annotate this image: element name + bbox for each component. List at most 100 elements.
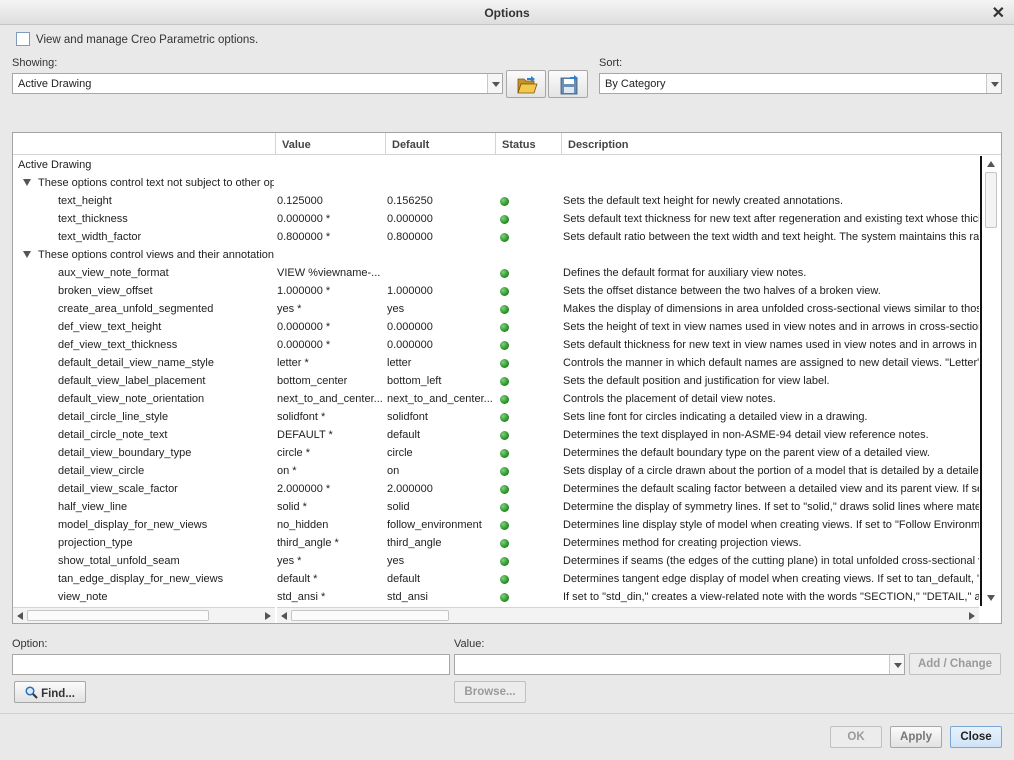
chevron-down-icon (889, 655, 904, 674)
view-options-checkbox[interactable] (16, 32, 30, 46)
status-dot-icon (500, 215, 509, 224)
table-row[interactable]: default_view_note_orientation next_to_and… (13, 390, 979, 408)
table-row[interactable]: default_detail_view_name_style letter * le… (13, 354, 979, 372)
table-row[interactable]: create_area_unfold_segmented yes * yes Make… (13, 300, 979, 318)
option-name: text_thickness (58, 213, 128, 225)
option-description: Defines the default format for auxiliary… (563, 267, 807, 279)
scroll-left-icon[interactable] (17, 612, 23, 620)
option-name: text_height (58, 195, 112, 207)
option-value: yes * (277, 555, 302, 567)
status-dot-icon (500, 341, 509, 350)
scroll-thumb[interactable] (985, 172, 997, 228)
apply-button[interactable]: Apply (890, 726, 942, 748)
view-options-label: View and manage Creo Parametric options. (36, 34, 259, 46)
value-label: Value: (454, 638, 485, 650)
table-row[interactable]: broken_view_offset 1.000000 * 1.000000 Sets… (13, 282, 979, 300)
table-row[interactable]: show_total_unfold_seam yes * yes Determines… (13, 552, 979, 570)
column-header-default[interactable]: Default (385, 133, 495, 155)
option-value: yes * (277, 303, 302, 315)
status-dot-icon (500, 431, 509, 440)
status-dot-icon (500, 557, 509, 566)
table-header: Value Default Status Description (13, 133, 1001, 155)
table-row[interactable]: projection_type third_angle * third_angle D… (13, 534, 979, 552)
scroll-thumb[interactable] (27, 610, 209, 621)
table-row[interactable]: detail_view_boundary_type circle * circle D… (13, 444, 979, 462)
sort-dropdown[interactable]: By Category (599, 73, 1002, 94)
table-row[interactable]: def_view_text_thickness 0.000000 * 0.00000… (13, 336, 979, 354)
table-row[interactable]: model_display_for_new_views no_hidden foll… (13, 516, 979, 534)
option-value: default * (277, 573, 318, 585)
option-value: solid * (277, 501, 307, 513)
close-icon[interactable]: ✕ (992, 3, 1005, 23)
table-row[interactable]: def_view_text_height 0.000000 * 0.000000 Se… (13, 318, 979, 336)
option-name: create_area_unfold_segmented (58, 303, 214, 315)
option-default: 0.800000 (387, 231, 433, 243)
table-row[interactable]: detail_circle_note_text DEFAULT * default D… (13, 426, 979, 444)
table-row[interactable]: detail_circle_line_style solidfont * solid… (13, 408, 979, 426)
table-root-row[interactable]: Active Drawing (13, 156, 979, 174)
scroll-down-icon[interactable] (987, 595, 995, 601)
table-row[interactable]: detail_view_circle on * on Sets display of … (13, 462, 979, 480)
showing-value: Active Drawing (18, 78, 92, 90)
table-row[interactable]: view_note std_ansi * std_ansi If set to "st… (13, 588, 979, 606)
scroll-right-icon[interactable] (969, 612, 975, 620)
table-row[interactable]: text_height 0.125000 0.156250 Sets the defa… (13, 192, 979, 210)
scroll-left-icon[interactable] (281, 612, 287, 620)
option-name: def_view_text_thickness (58, 339, 178, 351)
status-dot-icon (500, 305, 509, 314)
browse-button[interactable]: Browse... (454, 681, 526, 703)
option-value: 0.000000 * (277, 321, 331, 333)
status-dot-icon (500, 287, 509, 296)
option-name: detail_circle_note_text (58, 429, 168, 441)
table-row[interactable]: text_width_factor 0.800000 * 0.800000 Sets … (13, 228, 979, 246)
option-default: 0.000000 (387, 213, 433, 225)
horizontal-scrollbar-left[interactable] (13, 607, 275, 623)
group-row[interactable]: These options control views and their an… (13, 246, 979, 264)
option-value: solidfont * (277, 411, 326, 423)
option-name: projection_type (58, 537, 133, 549)
table-row[interactable]: tan_edge_display_for_new_views default * d… (13, 570, 979, 588)
find-button[interactable]: Find... (14, 681, 86, 703)
option-value: circle * (277, 447, 311, 459)
open-button[interactable] (506, 70, 546, 98)
group-label: These options control views and their an… (38, 249, 274, 261)
expand-triangle-icon[interactable] (23, 251, 31, 258)
vertical-scrollbar[interactable] (980, 156, 1000, 606)
table-row[interactable]: aux_view_note_format VIEW %viewname-... De… (13, 264, 979, 282)
magnifier-icon (25, 686, 38, 699)
column-header-description[interactable]: Description (561, 133, 1001, 155)
table-row[interactable]: default_view_label_placement bottom_cente… (13, 372, 979, 390)
ok-button[interactable]: OK (830, 726, 882, 748)
option-name: broken_view_offset (58, 285, 153, 297)
expand-triangle-icon[interactable] (23, 179, 31, 186)
table-row[interactable]: detail_view_scale_factor 2.000000 * 2.0000… (13, 480, 979, 498)
option-description: Determine the display of symmetry lines.… (563, 501, 979, 513)
option-default: circle (387, 447, 413, 459)
save-button[interactable] (548, 70, 588, 98)
column-header-value[interactable]: Value (275, 133, 385, 155)
status-dot-icon (500, 449, 509, 458)
value-dropdown[interactable] (454, 654, 905, 675)
horizontal-scrollbar-right[interactable] (277, 607, 979, 623)
status-dot-icon (500, 197, 509, 206)
column-header-status[interactable]: Status (495, 133, 561, 155)
option-value: VIEW %viewname-... (277, 267, 381, 279)
scroll-thumb[interactable] (291, 610, 449, 621)
option-description: Sets display of a circle drawn about the… (563, 465, 979, 477)
option-description: Determines the text displayed in non-ASM… (563, 429, 929, 441)
option-default: yes (387, 555, 405, 567)
add-change-button[interactable]: Add / Change (909, 653, 1001, 675)
find-button-label: Find... (41, 688, 75, 700)
scroll-up-icon[interactable] (987, 161, 995, 167)
option-name: detail_view_circle (58, 465, 145, 477)
option-value: 0.800000 * (277, 231, 331, 243)
showing-dropdown[interactable]: Active Drawing (12, 73, 503, 94)
group-row[interactable]: These options control text not subject t… (13, 174, 979, 192)
save-icon (560, 75, 578, 95)
table-row[interactable]: text_thickness 0.000000 * 0.000000 Sets def… (13, 210, 979, 228)
option-input[interactable] (12, 654, 450, 675)
table-row[interactable]: half_view_line solid * solid Determine the … (13, 498, 979, 516)
close-button[interactable]: Close (950, 726, 1002, 748)
option-default: solidfont (387, 411, 428, 423)
scroll-right-icon[interactable] (265, 612, 271, 620)
